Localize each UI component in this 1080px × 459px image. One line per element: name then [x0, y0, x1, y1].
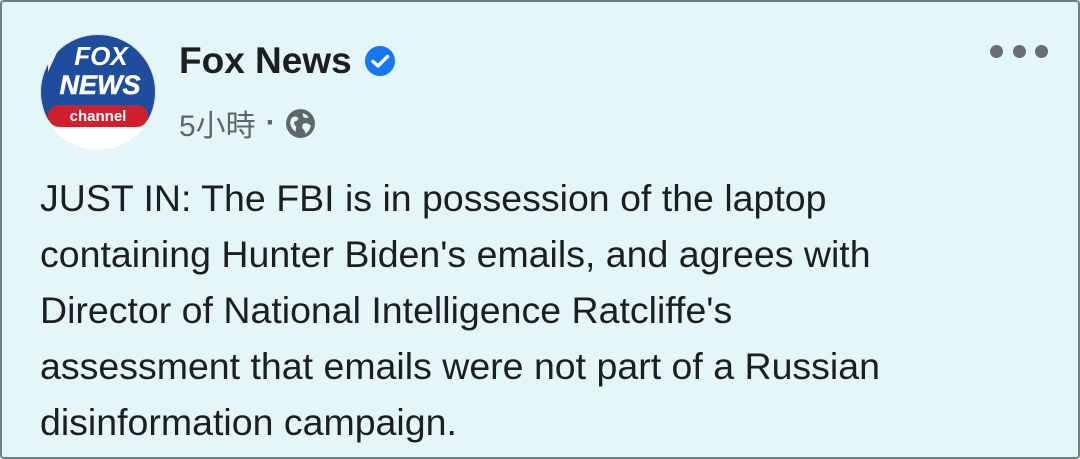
post-text-line: JUST IN: The FBI is in possession of the…: [40, 177, 827, 219]
svg-text:NEWS: NEWS: [60, 70, 141, 100]
more-dot-icon: [1035, 44, 1048, 58]
post-card: FOX NEWS channel Fox News 5小時 · JUST IN:…: [0, 0, 1080, 459]
post-text-line: containing Hunter Biden's emails, and ag…: [40, 233, 871, 275]
svg-text:channel: channel: [70, 108, 127, 125]
verified-badge-icon: [364, 46, 395, 76]
svg-text:FOX: FOX: [74, 41, 129, 71]
post-text-line: disinformation campaign.: [40, 401, 457, 443]
post-timestamp[interactable]: 5小時: [179, 101, 256, 145]
page-avatar[interactable]: FOX NEWS channel: [38, 32, 158, 152]
post-header: Fox News: [179, 40, 396, 82]
post-body-text: JUST IN: The FBI is in possession of the…: [40, 170, 1050, 450]
globe-icon[interactable]: [284, 107, 317, 140]
post-text-line: Director of National Intelligence Ratcli…: [40, 289, 733, 331]
page-name-link[interactable]: Fox News: [179, 40, 352, 82]
fox-news-logo-icon: FOX NEWS channel: [40, 34, 156, 150]
post-text-line: assessment that emails were not part of …: [40, 345, 880, 387]
meta-separator: ·: [265, 106, 276, 139]
post-meta: 5小時 ·: [179, 101, 317, 145]
more-options-button[interactable]: [990, 36, 1048, 66]
more-dot-icon: [990, 44, 1003, 58]
more-dot-icon: [1012, 44, 1026, 58]
